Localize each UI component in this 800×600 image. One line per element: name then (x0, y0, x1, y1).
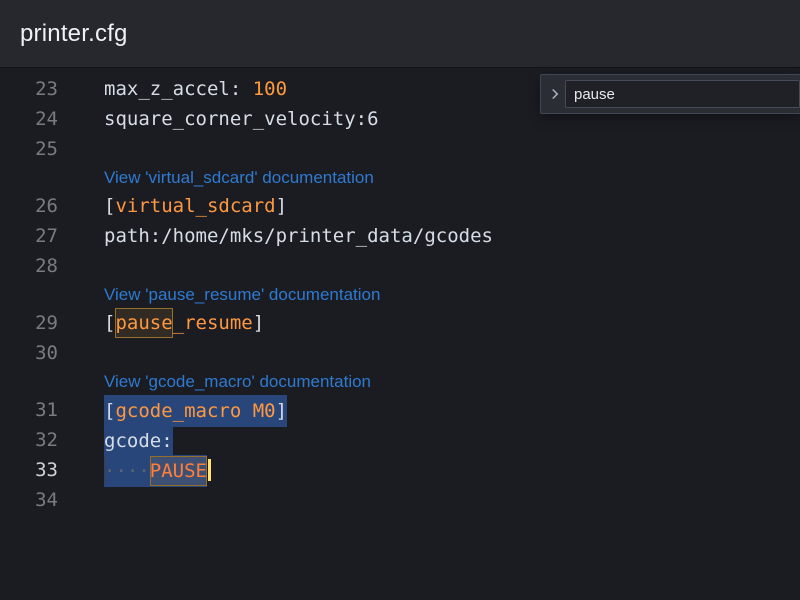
line-number: 34 (0, 485, 58, 515)
text-caret (208, 459, 211, 481)
code-area[interactable]: max_z_accel: 100square_corner_velocity:6… (104, 74, 800, 515)
config-key: gcode (104, 430, 161, 452)
line-number: 23 (0, 74, 58, 104)
line-number: 25 (0, 134, 58, 164)
code-line[interactable]: [gcode_macro M0] (104, 395, 800, 425)
titlebar: printer.cfg (0, 0, 800, 68)
code-line[interactable] (104, 338, 800, 368)
code-line[interactable]: [pause_resume] (104, 308, 800, 338)
indent-guide (104, 457, 105, 483)
section-name: gcode_macro M0 (115, 400, 275, 422)
line-number: 26 (0, 191, 58, 221)
file-name: printer.cfg (20, 20, 128, 48)
macro-command: PAUSE (150, 460, 207, 482)
line-number: 30 (0, 338, 58, 368)
bracket-open: [ (104, 312, 115, 334)
code-line[interactable]: ····PAUSE (104, 455, 800, 485)
bracket-open: [ (104, 400, 115, 422)
config-key: max_z_accel (104, 78, 230, 100)
code-line[interactable]: gcode: (104, 425, 800, 455)
line-number: 32 (0, 425, 58, 455)
editor[interactable]: 232425262728293031323334 max_z_accel: 10… (0, 68, 800, 515)
find-match: PAUSE (150, 456, 207, 486)
section-name: virtual_sdcard (115, 195, 275, 217)
code-line[interactable] (104, 134, 800, 164)
gutter-lens-spacer (0, 368, 58, 395)
section-name: pause_resume (115, 312, 252, 334)
gutter-lens-spacer (0, 164, 58, 191)
code-line[interactable] (104, 485, 800, 515)
code-line[interactable]: path:/home/mks/printer_data/gcodes (104, 221, 800, 251)
line-number: 27 (0, 221, 58, 251)
code-lens-link[interactable]: View 'gcode_macro' documentation (104, 368, 800, 395)
find-widget[interactable] (540, 74, 800, 114)
bracket-close: ] (276, 195, 287, 217)
line-number: 24 (0, 104, 58, 134)
code-lens-link[interactable]: View 'pause_resume' documentation (104, 281, 800, 308)
code-lens-link[interactable]: View 'virtual_sdcard' documentation (104, 164, 800, 191)
line-number-gutter: 232425 262728 2930 31323334 (0, 74, 80, 515)
line-number: 31 (0, 395, 58, 425)
bracket-open: [ (104, 195, 115, 217)
code-line[interactable]: [virtual_sdcard] (104, 191, 800, 221)
find-input[interactable] (565, 80, 800, 108)
chevron-right-icon (549, 88, 561, 100)
line-number: 33 (0, 455, 58, 485)
code-line[interactable] (104, 251, 800, 281)
config-value: /home/mks/printer_data/gcodes (161, 225, 493, 247)
config-key: path (104, 225, 150, 247)
bracket-close: ] (253, 312, 264, 334)
find-match: pause (115, 308, 172, 338)
gutter-lens-spacer (0, 281, 58, 308)
whitespace-dots: ···· (104, 460, 150, 482)
bracket-close: ] (276, 400, 287, 422)
toggle-replace-button[interactable] (545, 78, 565, 110)
config-value: 6 (367, 108, 378, 130)
config-value: 100 (253, 78, 287, 100)
line-number: 29 (0, 308, 58, 338)
line-number: 28 (0, 251, 58, 281)
config-key: square_corner_velocity (104, 108, 356, 130)
